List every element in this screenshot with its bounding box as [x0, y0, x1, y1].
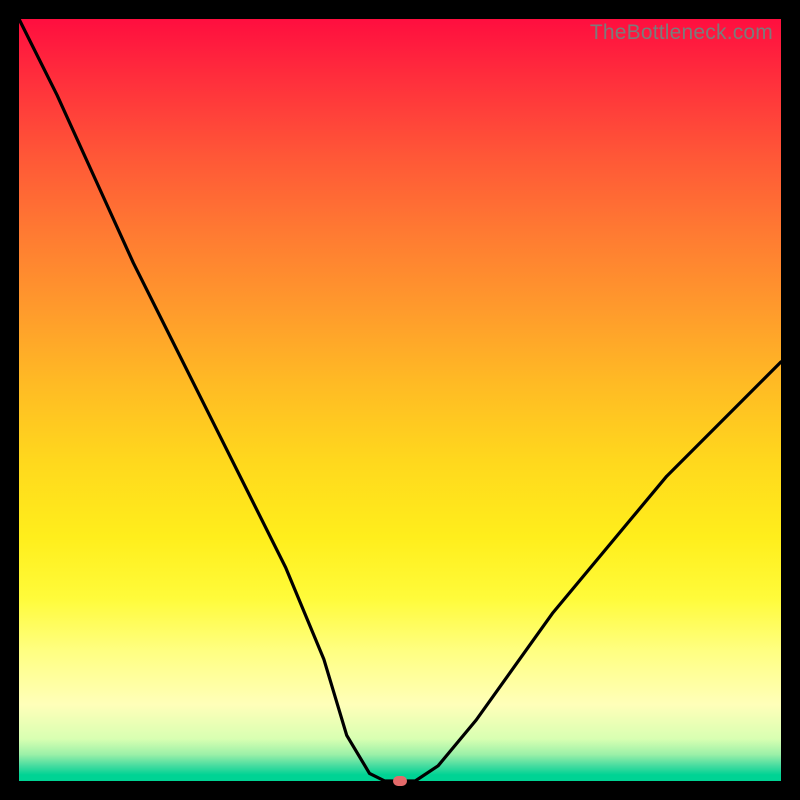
chart-frame: TheBottleneck.com	[0, 0, 800, 800]
optimal-marker	[393, 776, 407, 786]
plot-area: TheBottleneck.com	[19, 19, 781, 781]
bottleneck-curve	[19, 19, 781, 781]
